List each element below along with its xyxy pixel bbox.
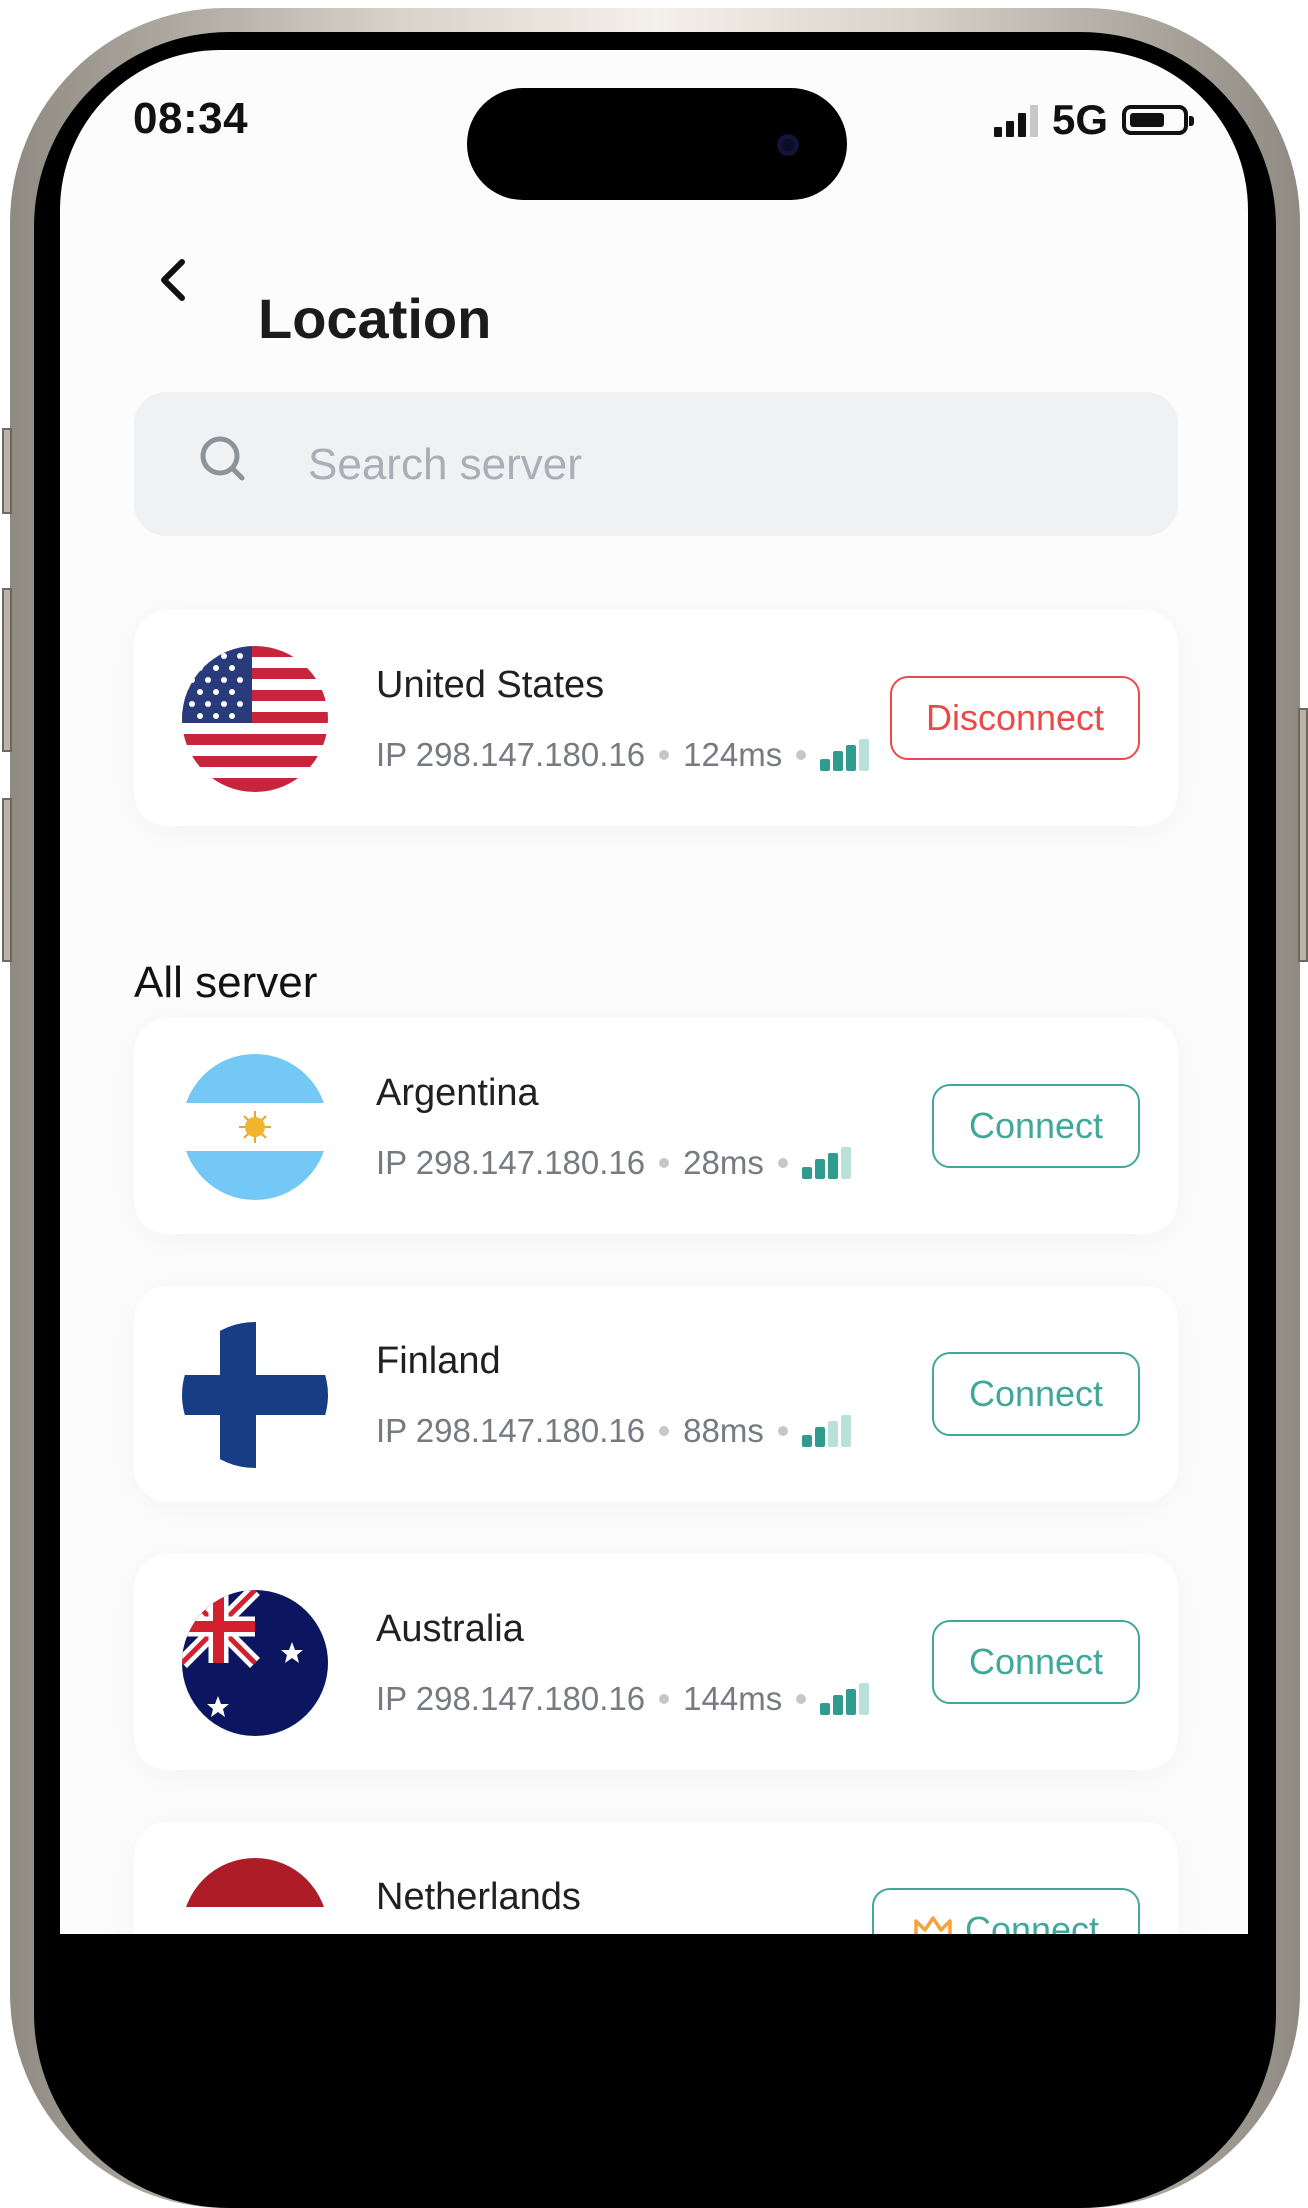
server-meta: IP 298.147.180.16 28ms bbox=[376, 1144, 851, 1182]
latency: 144ms bbox=[683, 1680, 783, 1717]
action-button bbox=[2, 428, 12, 514]
latency: 28ms bbox=[683, 1144, 764, 1181]
separator-dot bbox=[659, 1694, 670, 1704]
status-time: 08:34 bbox=[133, 94, 249, 143]
country-name: Australia bbox=[376, 1608, 524, 1650]
search-bar[interactable] bbox=[134, 392, 1178, 536]
separator-dot bbox=[659, 750, 670, 760]
ip-address: IP 298.147.180.16 bbox=[376, 1680, 646, 1717]
server-card-finland: Finland IP 298.147.180.16 88ms Connect bbox=[134, 1286, 1178, 1502]
dynamic-island bbox=[467, 88, 847, 200]
side-button bbox=[1298, 708, 1308, 962]
network-type: 5G bbox=[1051, 96, 1108, 143]
latency: 124ms bbox=[683, 736, 783, 773]
connect-label: Connect bbox=[964, 1909, 1100, 1934]
signal-strength-icon bbox=[801, 1415, 851, 1447]
country-name: Netherlands bbox=[376, 1876, 581, 1918]
page-title: Location bbox=[258, 287, 492, 350]
latency: 88ms bbox=[683, 1412, 764, 1449]
separator-dot bbox=[796, 1694, 807, 1704]
server-card-netherlands: Netherlands Connect bbox=[134, 1822, 1178, 1934]
server-meta: IP 298.147.180.16 88ms bbox=[376, 1412, 851, 1450]
server-card-australia: Australia IP 298.147.180.16 144ms Connec… bbox=[134, 1554, 1178, 1770]
ip-address: IP 298.147.180.16 bbox=[376, 1412, 646, 1449]
battery-icon bbox=[1122, 105, 1194, 135]
signal-strength-icon bbox=[820, 1683, 870, 1715]
screen: 08:34 5G Location Search server United S… bbox=[60, 50, 1248, 1934]
separator-dot bbox=[659, 1426, 670, 1436]
signal-strength-icon bbox=[820, 739, 870, 771]
connect-button[interactable]: Connect bbox=[932, 1352, 1140, 1436]
country-name: Argentina bbox=[376, 1072, 539, 1114]
server-meta: IP 298.147.180.16 124ms bbox=[376, 736, 870, 774]
separator-dot bbox=[659, 1158, 670, 1168]
ip-address: IP 298.147.180.16 bbox=[376, 736, 646, 773]
connected-server-card: United States IP 298.147.180.16 124ms Di… bbox=[134, 610, 1178, 826]
disconnect-button[interactable]: Disconnect bbox=[890, 676, 1140, 760]
search-icon bbox=[200, 436, 245, 481]
signal-strength-icon bbox=[801, 1147, 851, 1179]
separator-dot bbox=[796, 750, 807, 760]
netherlands-flag-icon bbox=[182, 1858, 328, 1934]
ip-address: IP 298.147.180.16 bbox=[376, 1144, 646, 1181]
connect-button[interactable]: Connect bbox=[932, 1620, 1140, 1704]
cellular-signal-icon bbox=[993, 103, 1038, 137]
search-input[interactable] bbox=[306, 422, 1110, 508]
premium-connect-button[interactable]: Connect bbox=[872, 1888, 1140, 1934]
separator-dot bbox=[777, 1426, 788, 1436]
status-icons: 5G bbox=[993, 96, 1194, 144]
country-name: Finland bbox=[376, 1340, 501, 1382]
us-flag-icon bbox=[182, 646, 328, 792]
australia-flag-icon bbox=[182, 1590, 328, 1736]
connect-button[interactable]: Connect bbox=[932, 1084, 1140, 1168]
chevron-left-icon bbox=[161, 259, 185, 301]
crown-icon bbox=[914, 1916, 952, 1934]
argentina-flag-icon bbox=[182, 1054, 328, 1200]
server-meta: IP 298.147.180.16 144ms bbox=[376, 1680, 870, 1718]
finland-flag-icon bbox=[182, 1322, 328, 1468]
volume-down-button bbox=[2, 798, 12, 962]
country-name: United States bbox=[376, 664, 605, 706]
section-heading: All server bbox=[134, 958, 318, 1007]
separator-dot bbox=[777, 1158, 788, 1168]
camera-icon bbox=[777, 134, 799, 156]
back-button[interactable] bbox=[138, 245, 208, 315]
volume-up-button bbox=[2, 588, 12, 752]
server-card-argentina: Argentina IP 298.147.180.16 28ms Connect bbox=[134, 1018, 1178, 1234]
